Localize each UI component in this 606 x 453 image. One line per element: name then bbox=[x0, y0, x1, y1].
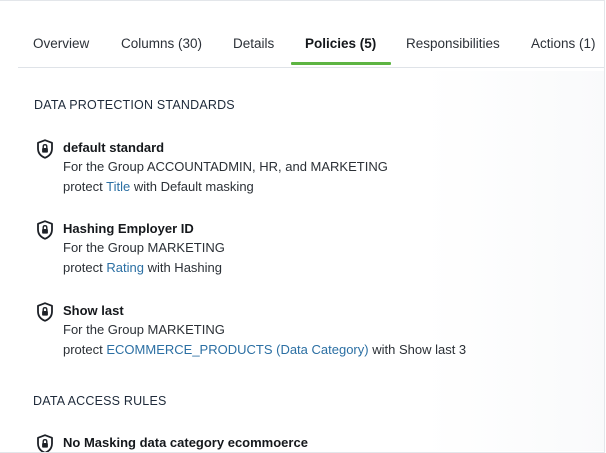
protect-target-link[interactable]: Rating bbox=[106, 260, 144, 275]
background-watermark bbox=[424, 71, 604, 451]
shield-lock-icon bbox=[37, 220, 53, 240]
shield-lock-icon bbox=[37, 434, 53, 452]
protect-suffix: with Default masking bbox=[133, 178, 254, 194]
shield-lock-icon bbox=[37, 139, 53, 159]
tab-columns[interactable]: Columns (30) bbox=[121, 36, 202, 51]
tab-actions[interactable]: Actions (1) bbox=[531, 36, 596, 51]
policy-name: default standard bbox=[63, 140, 165, 155]
policy-protect-line: protect ECOMMERCE_PRODUCTS (Data Categor… bbox=[63, 340, 466, 360]
protect-suffix: with Show last 3 bbox=[372, 341, 467, 357]
shield-lock-icon bbox=[37, 302, 53, 322]
policy-group-line: For the Group ACCOUNTADMIN, HR, and MARK… bbox=[63, 159, 388, 174]
policy-name: Show last bbox=[63, 303, 124, 318]
access-rule-name: No Masking data category ecommoerce bbox=[63, 435, 308, 450]
data-protection-section-title: DATA PROTECTION STANDARDS bbox=[34, 98, 235, 112]
policy-group-line: For the Group MARKETING bbox=[63, 240, 225, 255]
tab-policies[interactable]: Policies (5) bbox=[305, 36, 376, 51]
policy-group-line: For the Group MARKETING bbox=[63, 322, 225, 337]
protect-target-link[interactable]: ECOMMERCE_PRODUCTS (Data Category) bbox=[106, 342, 368, 357]
tab-details[interactable]: Details bbox=[233, 36, 274, 51]
tab-responsibilities[interactable]: Responsibilities bbox=[406, 36, 500, 51]
active-tab-indicator bbox=[291, 62, 391, 65]
policies-panel: Overview Columns (30) Details Policies (… bbox=[0, 0, 605, 453]
protect-prefix: protect bbox=[63, 178, 103, 194]
policy-protect-line: protect Title with Default masking bbox=[63, 177, 388, 197]
protect-suffix: with Hashing bbox=[147, 259, 223, 275]
tab-bar: Overview Columns (30) Details Policies (… bbox=[18, 1, 604, 68]
policy-name: Hashing Employer ID bbox=[63, 221, 194, 236]
protect-prefix: protect bbox=[63, 341, 103, 357]
tab-overview[interactable]: Overview bbox=[33, 36, 89, 51]
protect-prefix: protect bbox=[63, 259, 103, 275]
protect-target-link[interactable]: Title bbox=[106, 179, 130, 194]
policy-protect-line: protect Rating with Hashing bbox=[63, 258, 225, 278]
data-access-section-title: DATA ACCESS RULES bbox=[33, 394, 167, 408]
